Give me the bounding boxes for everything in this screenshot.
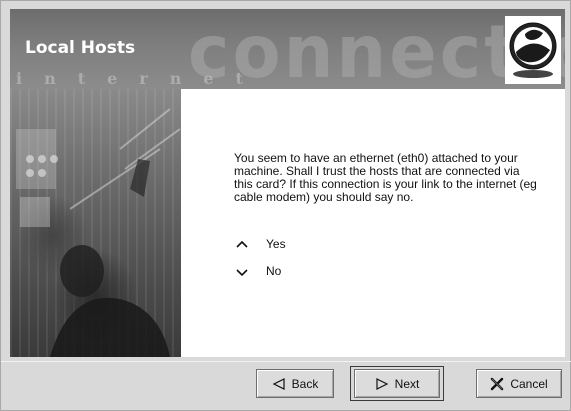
page-title: Local Hosts <box>25 38 136 58</box>
back-button[interactable]: Back <box>256 369 334 398</box>
prompt-message: You seem to have an ethernet (eth0) atta… <box>234 151 537 204</box>
cancel-button[interactable]: Cancel <box>476 369 562 398</box>
option-no[interactable]: No <box>234 264 281 278</box>
cancel-button-label: Cancel <box>510 376 548 391</box>
back-arrow-icon <box>272 377 286 390</box>
content-panel: You seem to have an ethernet (eth0) atta… <box>181 89 565 357</box>
option-no-label: No <box>266 264 282 278</box>
next-button[interactable]: Next <box>354 369 440 398</box>
footer-divider <box>1 361 571 362</box>
banner-spaced-text: internet <box>16 69 265 88</box>
caret-up-icon <box>234 238 250 250</box>
next-button-label: Next <box>394 376 420 391</box>
redhat-logo-icon <box>503 12 563 87</box>
caret-down-icon <box>234 265 250 277</box>
side-illustration <box>10 89 181 357</box>
wizard-window: connection internet Local Hosts <box>0 0 571 411</box>
header-banner: connection internet Local Hosts <box>10 9 565 89</box>
back-button-label: Back <box>291 376 319 391</box>
next-arrow-icon <box>375 377 389 390</box>
option-yes[interactable]: Yes <box>234 237 286 251</box>
option-yes-label: Yes <box>266 237 286 251</box>
cancel-x-icon <box>490 377 504 391</box>
